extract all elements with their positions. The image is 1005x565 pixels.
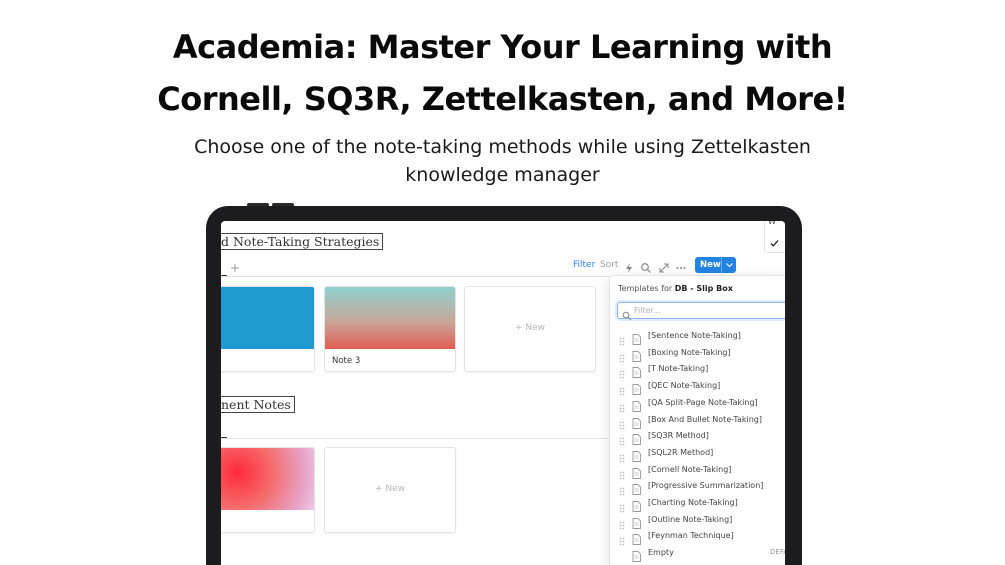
drag-handle-icon[interactable] [619,364,625,379]
drag-handle-icon[interactable] [619,398,625,413]
drag-handle-icon[interactable] [619,515,625,530]
notion-screen: d Note-Taking Strategies Filter Sort New… [221,221,785,565]
template-item-label: [Progressive Summarization] [648,481,764,491]
page-icon [632,347,641,362]
section-title-strategies: d Note-Taking Strategies [221,233,384,250]
expand-icon[interactable] [658,259,670,273]
check-icon [770,233,779,252]
page-icon [632,430,641,446]
page-icon [632,414,641,429]
hero-title-line1: Academia: Master Your Learning with [172,28,833,66]
template-item[interactable]: [Charting Note-Taking] [610,495,785,513]
template-item[interactable]: [Feynman Technique] [610,528,785,546]
drag-handle-icon[interactable] [619,498,625,513]
drag-handle-icon[interactable] [619,348,625,363]
page-icon [632,464,641,479]
page-icon [632,530,641,546]
template-item-label: [Sentence Note-Taking] [648,331,741,340]
template-item[interactable]: [Cornell Note-Taking] [610,462,785,479]
card-cover [325,287,455,349]
template-dropdown: Templates for DB - Slip Box [Sentence No… [609,275,785,565]
page-icon [632,380,641,396]
template-item-label: [Outline Note-Taking] [648,514,733,524]
add-view-icon[interactable] [230,258,240,272]
gallery-card[interactable]: 4 [221,447,315,533]
template-item[interactable]: [SQL2R Method] [610,445,785,463]
template-item[interactable]: [SQ3R Method] [610,428,785,446]
template-item[interactable]: [Boxing Note-Taking] [610,345,785,363]
card-title: Note 3 [332,356,361,366]
new-card-label: + New [374,484,406,494]
drag-handle-icon[interactable] [619,465,625,479]
template-item[interactable]: [Sentence Note-Taking] [610,328,785,346]
template-item-label: [QA Split-Page Note-Taking] [648,397,758,407]
drag-handle-icon[interactable] [619,481,625,496]
section-title-permanent-notes: nent Notes [221,396,295,413]
template-item-label: Empty [648,548,674,558]
filter-button[interactable]: Filter [573,260,595,270]
new-card[interactable]: + New [324,447,456,533]
page-icon [632,547,641,563]
new-button-label: New [700,260,721,270]
default-tag: DEFA [770,548,785,557]
template-search-input[interactable] [634,304,784,317]
page-icon [632,363,641,379]
gallery-card[interactable]: Note 3 [324,286,456,372]
drag-handle-icon[interactable] [619,448,625,463]
page-icon [632,397,641,412]
chevron-down-icon[interactable] [721,257,736,273]
new-button[interactable]: New [695,257,736,273]
card-cover [221,287,314,349]
divider [221,276,611,277]
divider [221,438,611,439]
template-item[interactable]: [Outline Note-Taking] [610,512,785,530]
template-item-label: [QEC Note-Taking] [648,381,721,391]
page-icon [632,497,641,512]
sort-button[interactable]: Sort [600,260,618,270]
gallery-card[interactable]: 2 [221,286,315,372]
more-icon[interactable] [675,259,687,271]
page-icon [632,330,641,345]
new-card-label: + New [514,323,546,333]
hero-subtitle-line2: knowledge manager [405,164,600,186]
template-item-label: [T Note-Taking] [648,364,709,374]
drag-handle-icon[interactable] [619,531,625,546]
page-icon [632,447,641,462]
template-item[interactable]: [QEC Note-Taking] [610,378,785,396]
template-item[interactable]: [Progressive Summarization] [610,478,785,496]
card-cover [221,448,314,510]
page-icon [632,514,641,529]
drag-handle-icon[interactable] [619,381,625,396]
search-icon[interactable] [640,259,652,273]
template-search-field[interactable] [617,302,785,321]
template-item-empty[interactable]: Empty DEFA [610,545,785,563]
drag-handle-icon[interactable] [619,431,625,446]
template-item-label: [Feynman Technique] [648,531,734,541]
template-item[interactable]: [Box And Bullet Note-Taking] [610,412,785,429]
search-icon [622,306,632,321]
template-item-label: [SQL2R Method] [648,447,714,457]
template-item-label: [Cornell Note-Taking] [648,464,732,474]
hero-subtitle-line1: Choose one of the note-taking methods wh… [194,136,811,158]
hero-title-line2: Cornell, SQ3R, Zettelkasten, and More! [157,80,848,118]
drag-handle-icon[interactable] [619,415,625,429]
lightning-icon[interactable] [623,259,635,273]
side-peek-panel: W [764,221,785,253]
new-card[interactable]: + New [464,286,596,372]
template-item-label: [Boxing Note-Taking] [648,347,731,357]
side-peek-label: W [768,221,776,226]
dropdown-header: Templates for DB - Slip Box [618,284,733,293]
template-item[interactable]: [T Note-Taking] [610,361,785,379]
template-item-label: [SQ3R Method] [648,431,709,441]
template-item[interactable]: [QA Split-Page Note-Taking] [610,395,785,413]
drag-handle-icon[interactable] [619,331,625,346]
template-item-label: [Box And Bullet Note-Taking] [648,414,762,424]
page-icon [632,480,641,496]
template-item-label: [Charting Note-Taking] [648,498,738,507]
